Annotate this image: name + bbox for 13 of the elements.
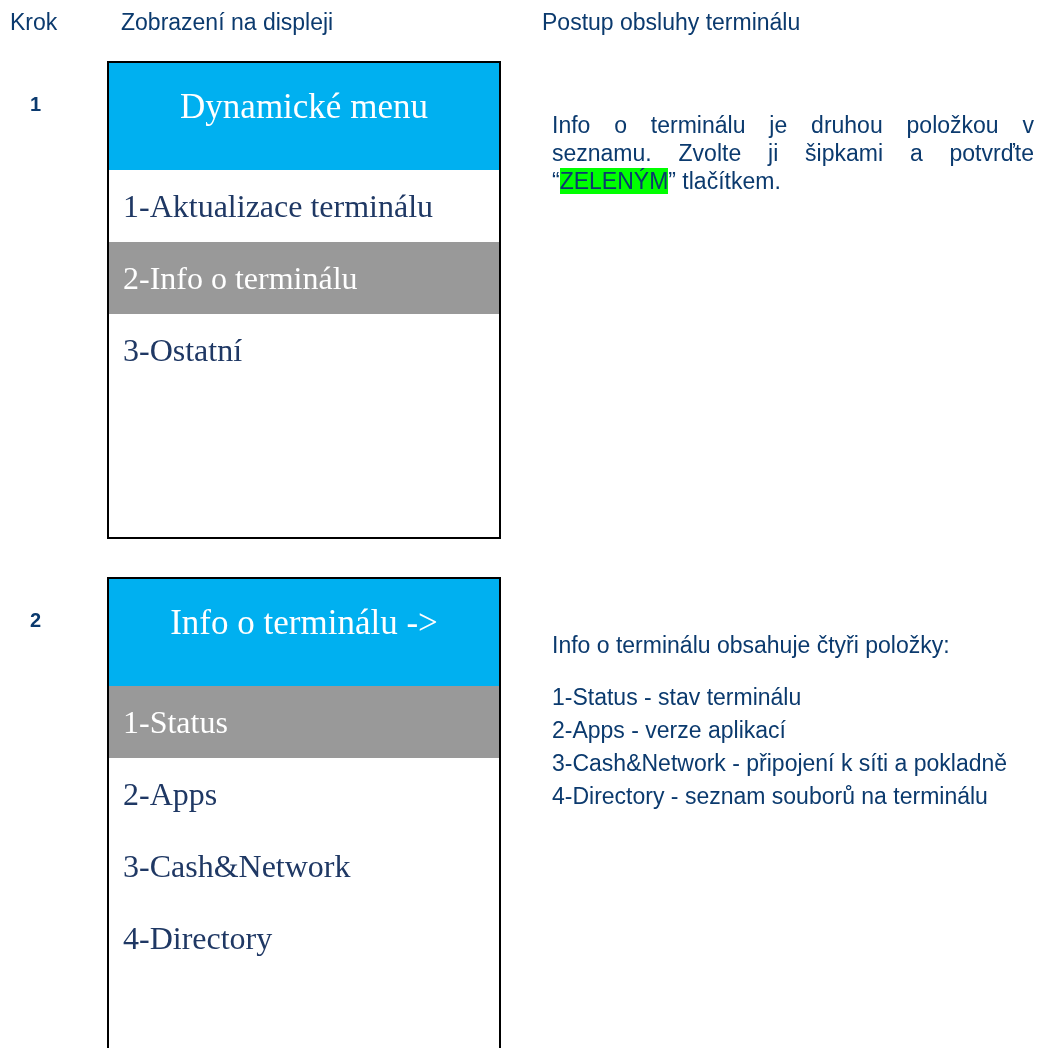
display-title: Info o terminálu -> (170, 603, 438, 643)
column-heading: Zobrazení na displeji (121, 8, 334, 35)
step-number: 2 (30, 609, 42, 631)
instruction-text: Info o terminálu je druhou položkou v seznamu. Zvolte ji šipkami a potvrďte “ZELENÝM” tlačítkem. (552, 111, 1034, 195)
step-number: 1 (30, 93, 42, 115)
list-line: 1-Status - stav terminálu (552, 683, 803, 712)
display-title: Dynamické menu (180, 87, 428, 127)
instruction-text: Info o terminálu obsahuje čtyři položky: (552, 631, 951, 659)
list-line: 3-Cash&Network - připojení k síti a pokladně (552, 749, 1009, 778)
column-heading: Krok (10, 8, 58, 35)
list-line: 2-Apps - verze aplikací (552, 716, 787, 745)
column-heading: Postup obsluhy terminálu (542, 8, 801, 35)
list-line: 4-Directory - seznam souborů na terminálu (552, 782, 989, 811)
